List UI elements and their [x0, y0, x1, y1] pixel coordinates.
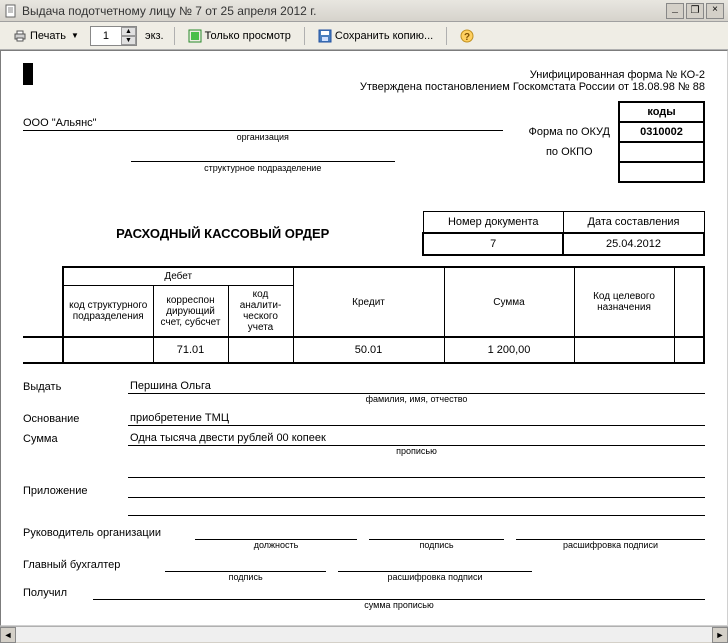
save-copy-button[interactable]: Сохранить копию... [311, 25, 440, 47]
num-header: Номер документа [423, 212, 563, 234]
val-purpose [574, 337, 674, 363]
document-title: РАСХОДНЫЙ КАССОВЫЙ ОРДЕР [23, 211, 422, 256]
col-struct: код структурного подразделения [63, 286, 153, 338]
scroll-left-button[interactable]: ◄ [0, 627, 16, 643]
okud-value: 0310002 [619, 122, 704, 142]
print-label: Печать [30, 30, 66, 42]
codes-header: коды [619, 102, 704, 122]
preview-label: Только просмотр [205, 30, 291, 42]
val-analytic [228, 337, 293, 363]
col-purpose: Код целевого назначения [574, 267, 674, 337]
scroll-right-button[interactable]: ► [712, 627, 728, 643]
toolbar: Печать ▼ ▲ ▼ экз. Только просмотр Сохран… [0, 22, 728, 50]
document-viewport[interactable]: Унифицированная форма № КО-2 Утверждена … [0, 50, 728, 626]
col-analytic: код аналити- ческого учета [228, 286, 293, 338]
print-button[interactable]: Печать ▼ [6, 25, 86, 47]
dropdown-icon: ▼ [71, 31, 79, 40]
help-button[interactable]: ? [453, 25, 481, 47]
debit-credit-table: Дебет Кредит Сумма Код целевого назначен… [23, 266, 705, 364]
organization-value: ООО "Альянс" [23, 115, 503, 131]
val-credit: 50.01 [293, 337, 444, 363]
okpo-value [619, 142, 704, 162]
attach-label: Приложение [23, 485, 128, 498]
scrollbar-track[interactable] [16, 627, 712, 642]
val-struct [63, 337, 153, 363]
window-title: Выдача подотчетному лицу № 7 от 25 апрел… [22, 4, 666, 18]
preview-toggle-button[interactable]: Только просмотр [181, 25, 298, 47]
issue-caption: фамилия, имя, отчество [128, 394, 705, 408]
date-value: 25.04.2012 [563, 233, 704, 255]
num-value: 7 [423, 233, 563, 255]
col-sum: Сумма [444, 267, 574, 337]
col-credit: Кредит [293, 267, 444, 337]
document-icon [4, 4, 18, 18]
toolbar-separator [304, 27, 305, 45]
basis-value: приобретение ТМЦ [128, 412, 705, 426]
received-caption: сумма прописью [93, 600, 705, 614]
preview-icon [188, 29, 202, 43]
sum-words: Одна тысяча двести рублей 00 копеек [128, 432, 705, 446]
subdivision-value [131, 148, 395, 162]
toolbar-separator [174, 27, 175, 45]
spinner-up-button[interactable]: ▲ [121, 27, 136, 36]
head-cap3: расшифровка подписи [516, 540, 705, 550]
subdivision-caption: структурное подразделение [23, 162, 503, 173]
form-ref-line2: Утверждена постановлением Госкомстата Ро… [23, 81, 705, 93]
sum-caption: прописью [128, 446, 705, 460]
save-icon [318, 29, 332, 43]
horizontal-scrollbar[interactable]: ◄ ► [0, 626, 728, 642]
col-corr: корреспон дирующий счет, субсчет [153, 286, 228, 338]
sum-label: Сумма [23, 433, 128, 446]
help-icon: ? [460, 29, 474, 43]
okpo-label: по ОКПО [521, 142, 620, 162]
maximize-button[interactable]: ❐ [686, 3, 704, 19]
head-cap1: должность [195, 540, 357, 550]
acct-cap1: подпись [165, 572, 326, 582]
copies-spinner[interactable]: ▲ ▼ [90, 26, 137, 46]
date-header: Дата составления [563, 212, 704, 234]
issue-label: Выдать [23, 381, 128, 394]
issue-value: Першина Ольга [128, 380, 705, 394]
val-corr: 71.01 [153, 337, 228, 363]
save-copy-label: Сохранить копию... [335, 30, 433, 42]
minimize-button[interactable]: _ [666, 3, 684, 19]
head-cap2: подпись [369, 540, 504, 550]
copies-input[interactable] [91, 30, 121, 42]
codes-table: коды Форма по ОКУД0310002 по ОКПО [521, 101, 706, 183]
organization-caption: организация [23, 131, 503, 142]
codes-empty-cell [619, 162, 704, 182]
val-sum: 1 200,00 [444, 337, 574, 363]
printer-icon [13, 29, 27, 43]
acct-cap2: расшифровка подписи [338, 572, 532, 582]
document-page: Унифицированная форма № КО-2 Утверждена … [1, 51, 727, 626]
num-date-table: Номер документа Дата составления 7 25.04… [422, 211, 705, 256]
copies-unit-label: экз. [141, 30, 168, 42]
okud-label: Форма по ОКУД [521, 122, 620, 142]
titlebar: Выдача подотчетному лицу № 7 от 25 апрел… [0, 0, 728, 22]
head-label: Руководитель организации [23, 527, 183, 540]
debit-header: Дебет [63, 267, 293, 286]
close-button[interactable]: × [706, 3, 724, 19]
basis-label: Основание [23, 413, 128, 426]
toolbar-separator [446, 27, 447, 45]
form-ref-line1: Унифицированная форма № КО-2 [23, 69, 705, 81]
spinner-down-button[interactable]: ▼ [121, 36, 136, 45]
received-label: Получил [23, 587, 93, 600]
svg-text:?: ? [464, 32, 470, 43]
acct-label: Главный бухгалтер [23, 559, 153, 572]
attach-value [128, 484, 705, 498]
